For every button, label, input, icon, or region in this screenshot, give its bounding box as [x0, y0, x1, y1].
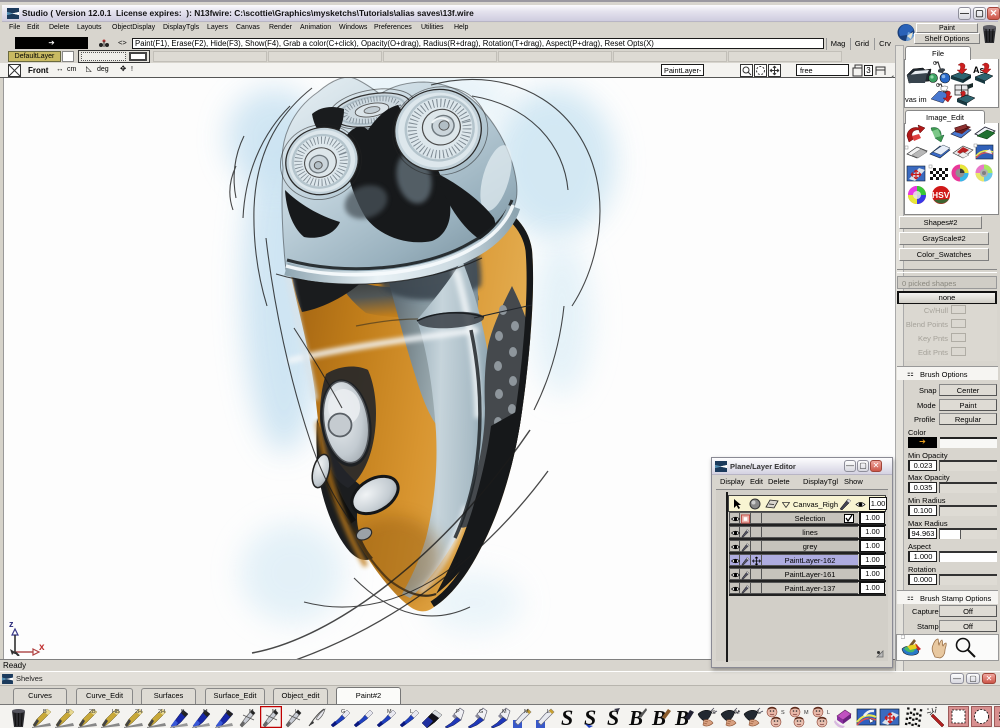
svg-text:L: L [827, 710, 830, 716]
svg-text:vas im: vas im [905, 95, 927, 104]
svg-text:L: L [547, 709, 550, 715]
svg-text:S: S [712, 710, 716, 716]
svg-text:L: L [410, 709, 413, 715]
svg-text:HSV: HSV [932, 190, 950, 200]
svg-text:x: x [39, 642, 45, 653]
svg-text:z: z [9, 619, 14, 629]
svg-text:M: M [272, 709, 277, 715]
svg-text:HB: HB [112, 709, 120, 715]
svg-text:L: L [226, 709, 229, 715]
svg-text:2B: 2B [89, 709, 96, 715]
svg-text:M: M [203, 709, 208, 715]
svg-text:M: M [249, 709, 254, 715]
svg-text:M: M [804, 710, 809, 716]
svg-text:P: P [456, 709, 460, 715]
svg-text:M: M [387, 709, 392, 715]
svg-text:M: M [502, 709, 507, 715]
svg-text:M: M [735, 710, 740, 716]
svg-text:S: S [561, 706, 573, 728]
svg-text:B: B [66, 709, 70, 715]
svg-text:B: B [43, 709, 47, 715]
svg-text:2H: 2H [135, 709, 142, 715]
svg-text:S: S [781, 710, 785, 716]
svg-text:G: G [479, 709, 483, 715]
svg-text:2H: 2H [158, 709, 165, 715]
svg-text:G: G [341, 709, 345, 715]
svg-text:B: B [181, 709, 185, 715]
svg-text:L: L [758, 710, 761, 716]
svg-text:L: L [295, 709, 298, 715]
svg-text:M: M [524, 709, 529, 715]
